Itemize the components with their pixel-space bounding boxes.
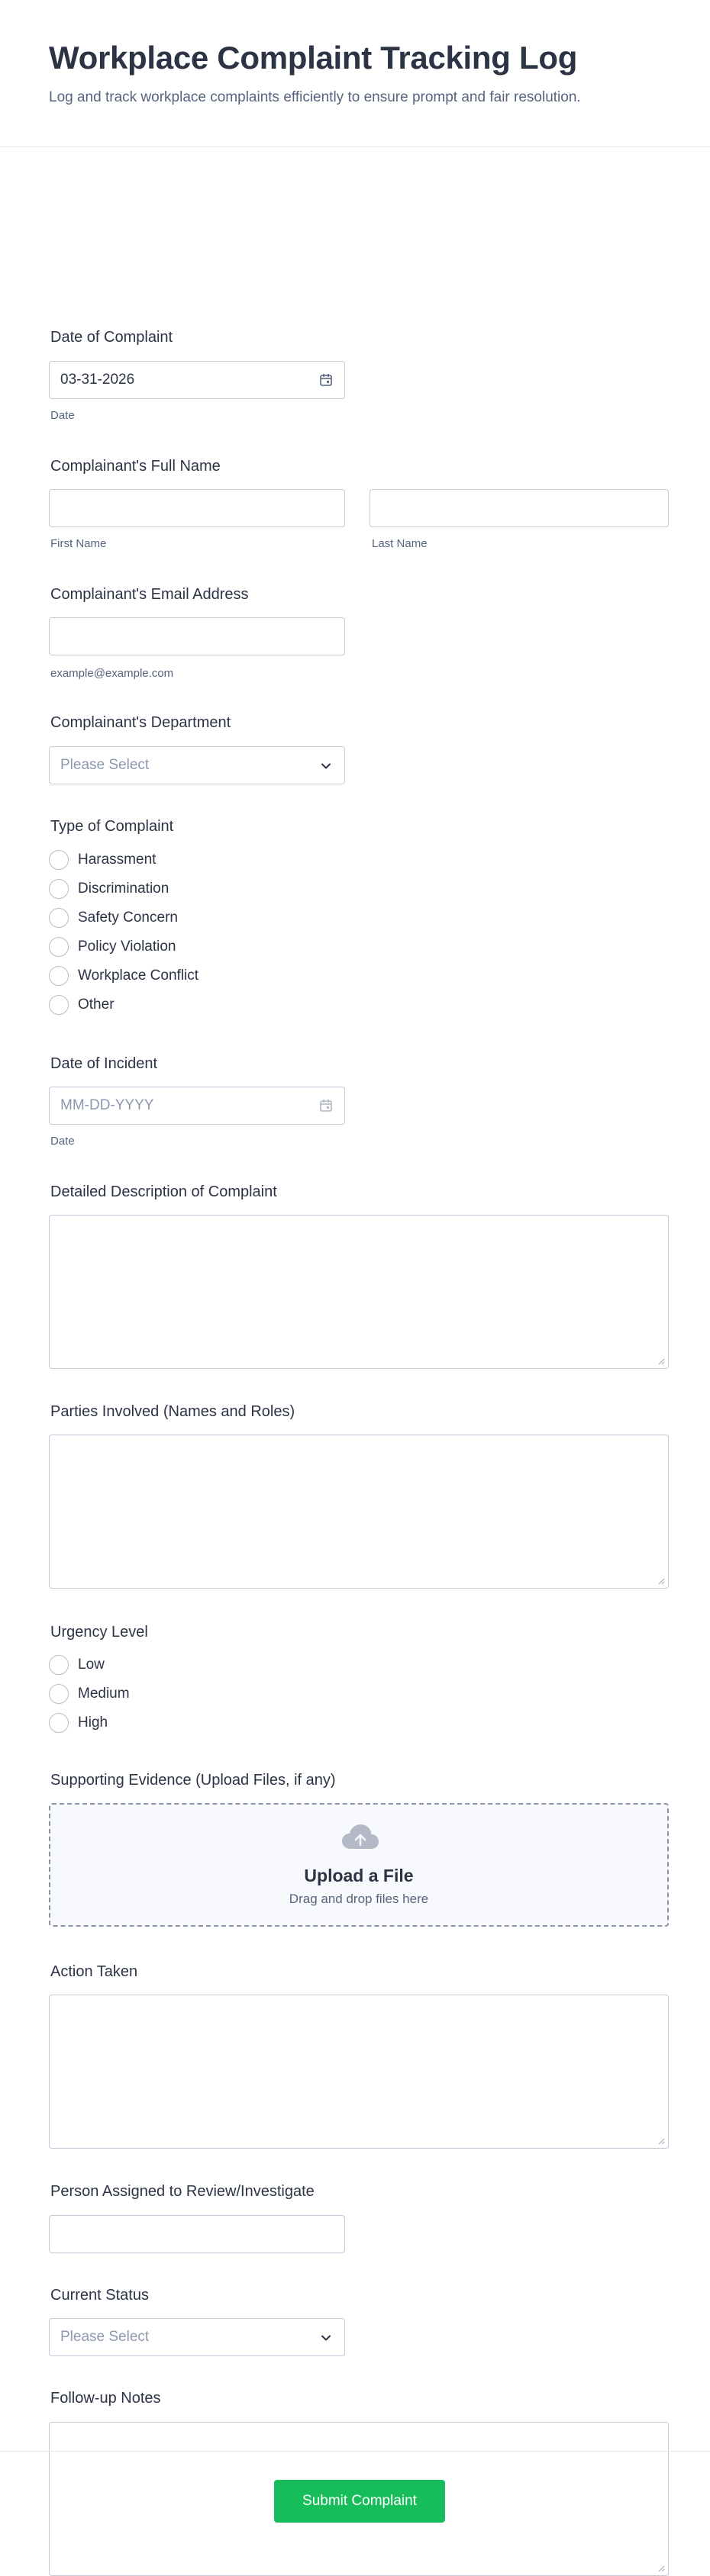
upload-subtitle: Drag and drop files here [289, 1892, 429, 1906]
radio-option-low[interactable]: Low [49, 1655, 105, 1675]
radio-label: Harassment [78, 852, 157, 868]
radio-option-policy-violation[interactable]: Policy Violation [49, 937, 176, 957]
full-name-label: Complainant's Full Name [50, 458, 221, 475]
radio-option-medium[interactable]: Medium [49, 1684, 130, 1704]
radio-label: Discrimination [78, 881, 169, 897]
calendar-icon[interactable] [318, 1098, 334, 1113]
first-name-sublabel: First Name [50, 537, 107, 550]
parties-label: Parties Involved (Names and Roles) [50, 1403, 295, 1420]
form-header: Workplace Complaint Tracking Log Log and… [0, 0, 710, 147]
radio-option-safety-concern[interactable]: Safety Concern [49, 908, 178, 928]
evidence-label: Supporting Evidence (Upload Files, if an… [50, 1772, 336, 1789]
status-select[interactable]: Please Select [49, 2318, 345, 2356]
form-subtitle: Log and track workplace complaints effic… [49, 89, 581, 105]
radio-option-harassment[interactable]: Harassment [49, 850, 156, 870]
chevron-down-icon [321, 2335, 331, 2341]
resize-grip-icon[interactable] [657, 2137, 665, 2145]
resize-grip-icon[interactable] [657, 2565, 665, 2572]
radio-button[interactable] [49, 1684, 69, 1704]
resize-grip-icon[interactable] [657, 1357, 665, 1365]
parties-textarea[interactable] [49, 1435, 669, 1589]
date-of-complaint-sublabel: Date [50, 409, 75, 422]
action-textarea[interactable] [49, 1995, 669, 2149]
form-footer: Submit Complaint [0, 2451, 710, 2562]
radio-button[interactable] [49, 1713, 69, 1733]
radio-button[interactable] [49, 937, 69, 957]
upload-title: Upload a File [304, 1866, 414, 1885]
status-placeholder: Please Select [60, 2329, 150, 2345]
radio-label: Policy Violation [78, 939, 176, 955]
radio-label: Workplace Conflict [78, 968, 199, 984]
assigned-label: Person Assigned to Review/Investigate [50, 2183, 315, 2200]
department-placeholder: Please Select [60, 757, 150, 773]
radio-label: Safety Concern [78, 910, 178, 926]
urgency-label: Urgency Level [50, 1624, 148, 1641]
date-of-incident-label: Date of Incident [50, 1055, 158, 1072]
date-of-complaint-label: Date of Complaint [50, 329, 173, 346]
radio-option-workplace-conflict[interactable]: Workplace Conflict [49, 966, 198, 986]
submit-button[interactable]: Submit Complaint [274, 2480, 445, 2523]
complaint-type-label: Type of Complaint [50, 818, 174, 835]
radio-option-discrimination[interactable]: Discrimination [49, 879, 169, 899]
radio-button[interactable] [49, 966, 69, 986]
chevron-down-icon [321, 763, 331, 769]
radio-option-high[interactable]: High [49, 1713, 108, 1733]
department-label: Complainant's Department [50, 714, 231, 731]
radio-label: Low [78, 1657, 105, 1673]
radio-label: High [78, 1715, 108, 1731]
calendar-icon[interactable] [318, 372, 334, 388]
action-label: Action Taken [50, 1963, 138, 1980]
description-textarea[interactable] [49, 1215, 669, 1369]
radio-button[interactable] [49, 908, 69, 928]
assigned-input[interactable] [49, 2215, 345, 2253]
email-label: Complainant's Email Address [50, 586, 249, 603]
radio-button[interactable] [49, 850, 69, 870]
date-of-incident-input[interactable]: MM-DD-YYYY [49, 1087, 345, 1125]
last-name-sublabel: Last Name [372, 537, 428, 550]
radio-button[interactable] [49, 1655, 69, 1675]
followup-label: Follow-up Notes [50, 2390, 161, 2407]
date-of-incident-placeholder: MM-DD-YYYY [60, 1097, 154, 1113]
status-label: Current Status [50, 2287, 149, 2304]
description-label: Detailed Description of Complaint [50, 1183, 277, 1200]
date-of-complaint-input[interactable]: 03-31-2026 [49, 361, 345, 399]
email-sublabel: example@example.com [50, 667, 174, 680]
file-upload-dropzone[interactable]: Upload a File Drag and drop files here [49, 1803, 669, 1927]
email-field[interactable] [49, 617, 345, 655]
radio-button[interactable] [49, 995, 69, 1015]
first-name-input[interactable] [49, 489, 345, 527]
cloud-upload-icon [342, 1824, 379, 1849]
last-name-input[interactable] [370, 489, 669, 527]
date-of-complaint-value: 03-31-2026 [60, 372, 135, 388]
date-of-incident-sublabel: Date [50, 1135, 75, 1148]
radio-button[interactable] [49, 879, 69, 899]
radio-label: Medium [78, 1686, 130, 1702]
radio-label: Other [78, 997, 115, 1013]
resize-grip-icon[interactable] [657, 1577, 665, 1585]
form-title: Workplace Complaint Tracking Log [49, 40, 578, 76]
department-select[interactable]: Please Select [49, 746, 345, 784]
radio-option-other[interactable]: Other [49, 995, 115, 1015]
